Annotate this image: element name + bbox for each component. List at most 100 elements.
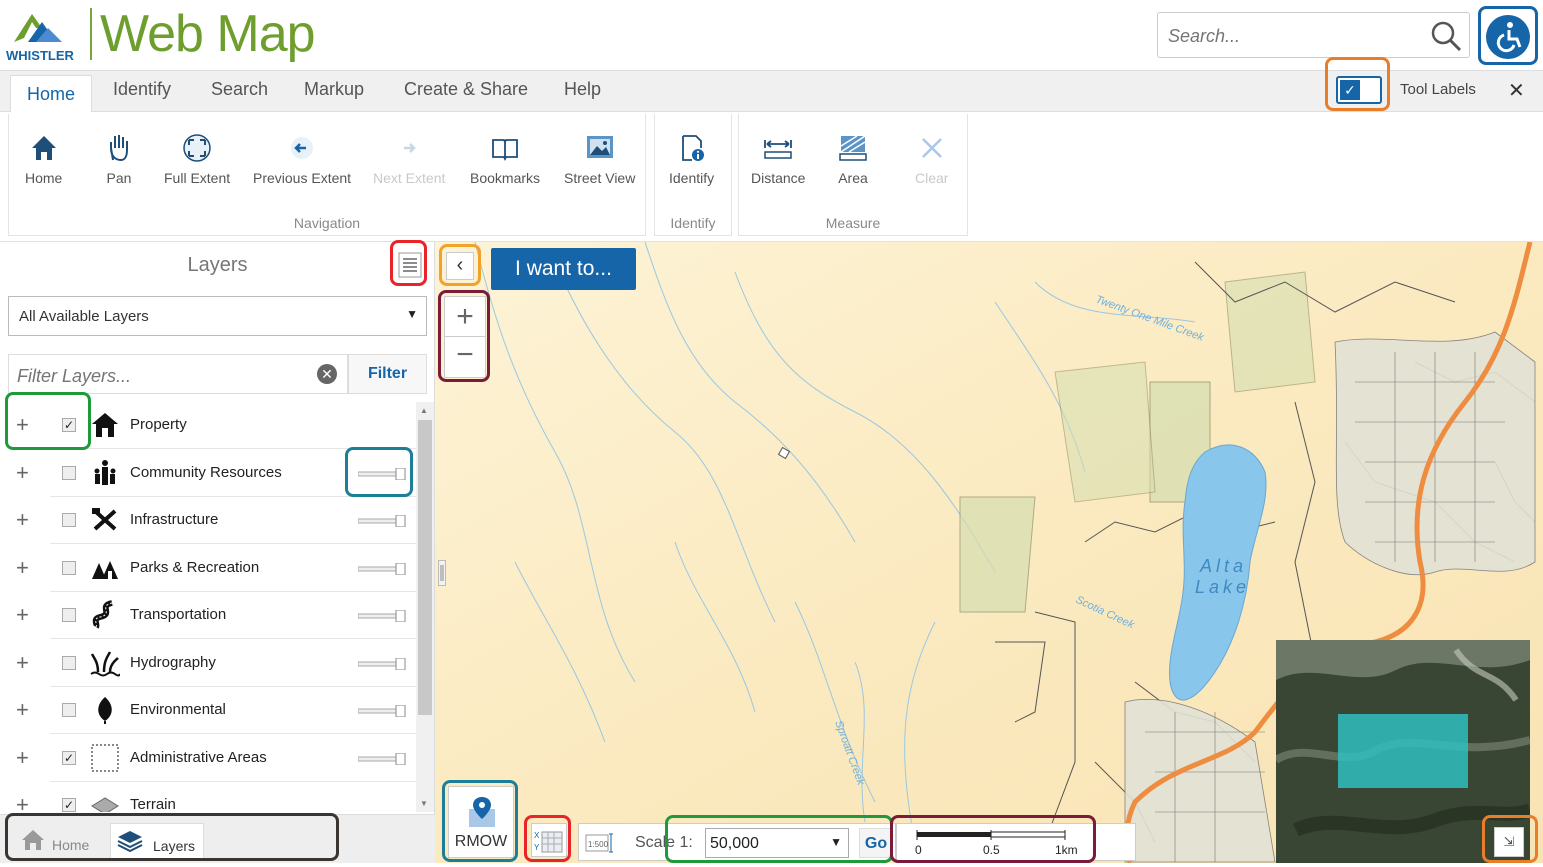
layer-visibility-checkbox[interactable]: ✓ [62,418,76,432]
bottom-tab-home[interactable]: Home [20,823,100,861]
layers-title: Layers [187,254,248,276]
accessibility-button[interactable] [1486,15,1530,59]
layer-row[interactable]: + Hydrography [0,640,416,687]
expand-layer-button[interactable]: + [16,697,29,723]
layer-opacity-slider[interactable] [358,515,406,527]
layer-opacity-slider[interactable] [358,752,406,765]
layer-opacity-slider[interactable] [358,705,406,717]
dashed-box-icon [91,744,119,771]
layer-row[interactable]: + Transportation [0,592,416,639]
chevron-left-icon: ‹ [456,254,464,276]
wheelchair-icon [1496,22,1522,53]
next-extent-tool[interactable]: Next Extent [373,132,445,186]
previous-extent-tool[interactable]: Previous Extent [253,132,351,186]
scroll-thumb[interactable] [418,420,432,715]
layer-list-scrollbar[interactable]: ▲ ▼ [416,402,434,812]
layer-row[interactable]: + ✓ Property [0,402,416,449]
layer-row[interactable]: + ✓ Terrain [0,782,416,812]
home-tool[interactable]: Home [25,132,62,186]
collapse-panel-button[interactable]: ‹ [446,252,474,280]
filter-layers-input[interactable] [17,365,307,387]
area-tool[interactable]: Area [837,132,869,186]
water-plants-icon [90,650,120,676]
expand-layer-button[interactable]: + [16,412,29,438]
svg-text:X: X [534,831,540,840]
overview-toggle-button[interactable]: ⇲ [1494,827,1524,857]
layer-visibility-checkbox[interactable] [62,655,76,670]
search-icon[interactable] [1429,19,1463,53]
coordinates-button[interactable]: X Y [531,823,567,857]
layer-name: Terrain [130,796,176,812]
layer-opacity-slider[interactable] [358,467,406,480]
i-want-to-button[interactable]: I want to... [491,248,636,290]
layer-visibility-checkbox[interactable]: ✓ [62,750,76,765]
bottom-tab-layers[interactable]: Layers [110,823,204,861]
layer-visibility-checkbox[interactable] [62,513,76,527]
expand-layer-button[interactable]: + [16,745,29,771]
layer-visibility-checkbox[interactable] [62,560,76,575]
identify-tool[interactable]: Identify [669,132,714,186]
layer-row[interactable]: + Community Resources [0,450,416,497]
filter-button[interactable]: Filter [348,354,427,394]
layer-row[interactable]: + Environmental [0,687,416,734]
layer-visibility-checkbox[interactable] [62,608,76,622]
layer-row[interactable]: + Infrastructure [0,497,416,544]
overview-map[interactable] [1276,640,1530,863]
navigation-group-label: Navigation [293,215,361,231]
street-view-tool[interactable]: Street View [564,132,635,186]
layer-visibility-checkbox[interactable]: ✓ [62,798,76,812]
layer-opacity-slider[interactable] [358,657,406,670]
scroll-up-icon[interactable]: ▲ [420,406,428,415]
expand-layer-button[interactable]: + [16,555,29,581]
coordinate-grid-icon: X Y [534,831,563,853]
house-icon [92,413,118,437]
hamburger-menu-icon[interactable] [398,252,422,278]
layer-visibility-checkbox[interactable] [62,703,76,717]
tab-help[interactable]: Help [564,79,601,100]
tab-create-share[interactable]: Create & Share [404,79,528,100]
scalebar-tick-1km: 1km [1055,843,1078,857]
full-extent-tool[interactable]: Full Extent [164,132,230,186]
clear-tool[interactable]: Clear [915,132,948,186]
hand-icon [110,135,128,162]
expand-layer-button[interactable]: + [16,792,29,812]
expand-layer-button[interactable]: + [16,602,29,628]
panel-resize-handle[interactable] [438,560,446,586]
bookmarks-tool[interactable]: Bookmarks [470,132,540,186]
distance-tool[interactable]: Distance [751,132,805,186]
search-box[interactable] [1157,12,1470,58]
layer-row[interactable]: + ✓ Administrative Areas [0,735,416,782]
pan-tool[interactable]: Pan [103,132,135,186]
layer-opacity-slider[interactable] [358,610,406,622]
layer-name: Transportation [130,606,227,623]
expand-layer-button[interactable]: + [16,507,29,533]
search-input[interactable] [1168,23,1418,49]
scale-select[interactable]: 50,000 ▼ [705,828,849,858]
collapse-arrow-icon: ⇲ [1503,834,1515,849]
expand-layer-button[interactable]: + [16,460,29,486]
map-pin-icon [469,797,495,827]
rmow-button[interactable]: RMOW [448,786,514,858]
tab-markup[interactable]: Markup [304,79,364,100]
filter-layers-box[interactable]: ✕ [8,354,348,394]
book-icon [492,139,518,162]
zoom-out-button[interactable]: − [445,337,485,377]
close-icon[interactable]: ✕ [1508,78,1525,103]
clear-filter-icon[interactable]: ✕ [317,364,337,384]
expand-layer-button[interactable]: + [16,650,29,676]
layer-row[interactable]: + Parks & Recreation [0,545,416,592]
scale-go-button[interactable]: Go [859,828,893,858]
tab-home[interactable]: Home [10,75,93,113]
tents-icon [92,560,118,579]
layer-visibility-checkbox[interactable] [62,465,76,480]
layer-opacity-slider[interactable] [358,562,406,575]
layers-stack-icon [117,831,143,853]
layer-name: Administrative Areas [130,748,267,766]
zoom-in-button[interactable]: + [445,297,485,337]
scroll-down-icon[interactable]: ▼ [420,799,428,808]
tab-identify[interactable]: Identify [113,79,171,100]
tool-labels-toggle[interactable]: ✓ [1336,76,1382,104]
layer-set-select[interactable]: All Available Layers ▼ [8,296,427,336]
tab-search[interactable]: Search [211,79,268,100]
layer-name: Hydrography [130,653,216,671]
